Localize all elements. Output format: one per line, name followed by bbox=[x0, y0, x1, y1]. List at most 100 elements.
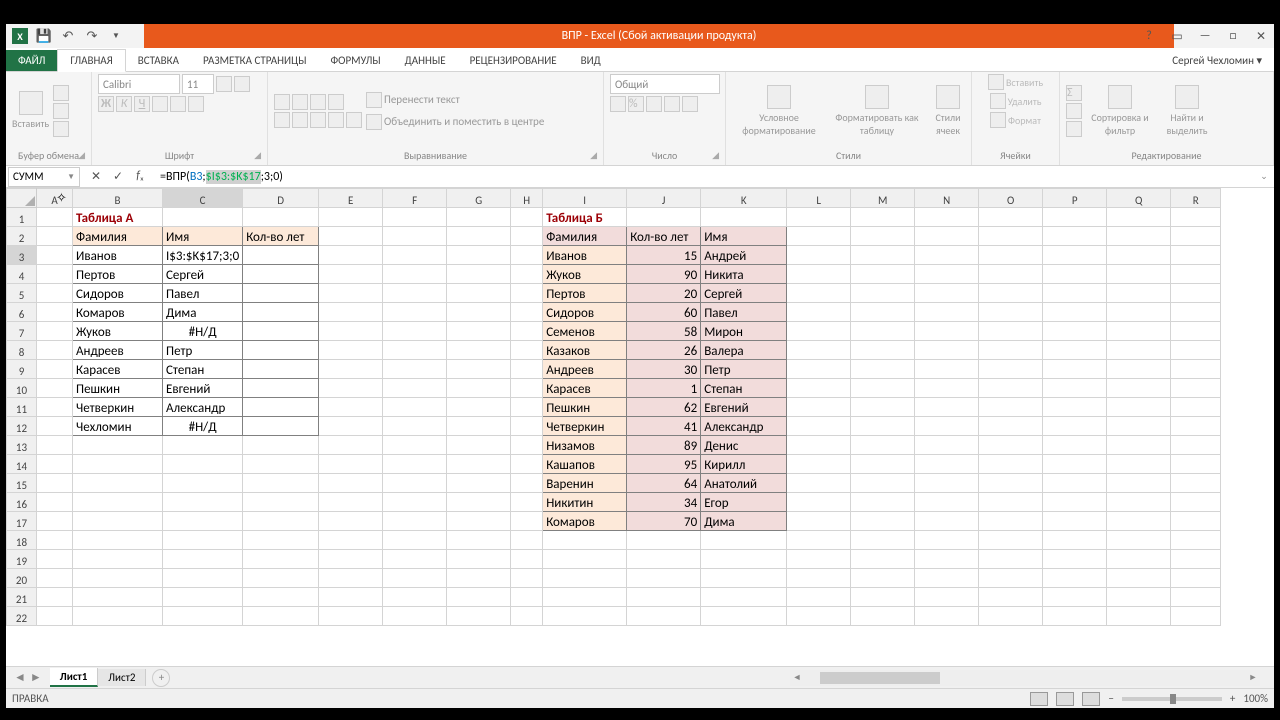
cell-F14[interactable] bbox=[383, 455, 447, 474]
cell-A5[interactable] bbox=[37, 284, 73, 303]
cell-C12[interactable]: #Н/Д bbox=[163, 417, 243, 436]
cell-D7[interactable] bbox=[243, 322, 319, 341]
cell-E6[interactable] bbox=[319, 303, 383, 322]
cell-K4[interactable]: Никита bbox=[701, 265, 787, 284]
cell-R1[interactable] bbox=[1171, 208, 1221, 227]
cell-Q5[interactable] bbox=[1107, 284, 1171, 303]
cut-icon[interactable] bbox=[53, 85, 69, 101]
cell-L10[interactable] bbox=[787, 379, 851, 398]
cell-F22[interactable] bbox=[383, 607, 447, 626]
cell-P22[interactable] bbox=[1043, 607, 1107, 626]
cell-E18[interactable] bbox=[319, 531, 383, 550]
cell-R17[interactable] bbox=[1171, 512, 1221, 531]
cell-F4[interactable] bbox=[383, 265, 447, 284]
cell-N20[interactable] bbox=[915, 569, 979, 588]
cell-N2[interactable] bbox=[915, 227, 979, 246]
cell-L6[interactable] bbox=[787, 303, 851, 322]
cell-K20[interactable] bbox=[701, 569, 787, 588]
cell-N1[interactable] bbox=[915, 208, 979, 227]
tab-file[interactable]: ФАЙЛ bbox=[6, 50, 57, 71]
wrap-text-button[interactable]: Перенести текст bbox=[366, 92, 544, 108]
user-name[interactable]: Сергей Чехломин ▾ bbox=[1168, 50, 1266, 71]
cell-B12[interactable]: Чехломин bbox=[73, 417, 163, 436]
row-header-4[interactable]: 4 bbox=[7, 265, 37, 284]
number-format-combo[interactable]: Общий bbox=[610, 74, 720, 94]
cell-A1[interactable] bbox=[37, 208, 73, 227]
cell-C13[interactable] bbox=[163, 436, 243, 455]
cell-I1[interactable]: Таблица Б bbox=[543, 208, 627, 227]
col-header-P[interactable]: P bbox=[1043, 189, 1107, 208]
cell-R6[interactable] bbox=[1171, 303, 1221, 322]
cell-G3[interactable] bbox=[447, 246, 511, 265]
clear-icon[interactable] bbox=[1066, 121, 1082, 137]
cell-F5[interactable] bbox=[383, 284, 447, 303]
cell-G21[interactable] bbox=[447, 588, 511, 607]
cell-B19[interactable] bbox=[73, 550, 163, 569]
cell-O10[interactable] bbox=[979, 379, 1043, 398]
worksheet-grid[interactable]: ABCDEFGHIJKLMNOPQR1Таблица АТаблица Б2Фа… bbox=[6, 188, 1274, 666]
cell-J22[interactable] bbox=[627, 607, 701, 626]
cell-F18[interactable] bbox=[383, 531, 447, 550]
fill-color-icon[interactable] bbox=[170, 96, 186, 112]
cell-I11[interactable]: Пешкин bbox=[543, 398, 627, 417]
cell-C5[interactable]: Павел bbox=[163, 284, 243, 303]
col-header-J[interactable]: J bbox=[627, 189, 701, 208]
cell-M7[interactable] bbox=[851, 322, 915, 341]
cell-Q2[interactable] bbox=[1107, 227, 1171, 246]
cell-O15[interactable] bbox=[979, 474, 1043, 493]
cell-G14[interactable] bbox=[447, 455, 511, 474]
cell-C18[interactable] bbox=[163, 531, 243, 550]
cell-B11[interactable]: Четверкин bbox=[73, 398, 163, 417]
cell-L9[interactable] bbox=[787, 360, 851, 379]
zoom-slider[interactable] bbox=[1122, 697, 1222, 701]
cell-A7[interactable] bbox=[37, 322, 73, 341]
cell-R13[interactable] bbox=[1171, 436, 1221, 455]
cell-K18[interactable] bbox=[701, 531, 787, 550]
cell-A14[interactable] bbox=[37, 455, 73, 474]
row-header-5[interactable]: 5 bbox=[7, 284, 37, 303]
cell-K16[interactable]: Егор bbox=[701, 493, 787, 512]
cell-D22[interactable] bbox=[243, 607, 319, 626]
cell-J7[interactable]: 58 bbox=[627, 322, 701, 341]
cell-K1[interactable] bbox=[701, 208, 787, 227]
align-middle-icon[interactable] bbox=[292, 94, 308, 110]
italic-icon[interactable]: К bbox=[116, 96, 132, 112]
sheet-tab-2[interactable]: Лист2 bbox=[98, 669, 146, 686]
cell-M1[interactable] bbox=[851, 208, 915, 227]
row-header-16[interactable]: 16 bbox=[7, 493, 37, 512]
cell-I7[interactable]: Семенов bbox=[543, 322, 627, 341]
sheet-nav-prev-icon[interactable]: ◄ bbox=[14, 670, 26, 685]
dialog-launcher-icon[interactable]: ◢ bbox=[78, 150, 85, 161]
cell-R14[interactable] bbox=[1171, 455, 1221, 474]
cell-L21[interactable] bbox=[787, 588, 851, 607]
cell-O1[interactable] bbox=[979, 208, 1043, 227]
cell-K7[interactable]: Мирон bbox=[701, 322, 787, 341]
cell-N11[interactable] bbox=[915, 398, 979, 417]
cell-C10[interactable]: Евгений bbox=[163, 379, 243, 398]
cell-B6[interactable]: Комаров bbox=[73, 303, 163, 322]
formula-input[interactable]: =ВПР(B3;$I$3:$K$17;3;0) bbox=[156, 170, 1254, 184]
cell-F17[interactable] bbox=[383, 512, 447, 531]
cell-H18[interactable] bbox=[511, 531, 543, 550]
cell-G16[interactable] bbox=[447, 493, 511, 512]
cell-R19[interactable] bbox=[1171, 550, 1221, 569]
cell-D14[interactable] bbox=[243, 455, 319, 474]
cell-G2[interactable] bbox=[447, 227, 511, 246]
cell-C1[interactable] bbox=[163, 208, 243, 227]
cell-F20[interactable] bbox=[383, 569, 447, 588]
cell-M22[interactable] bbox=[851, 607, 915, 626]
cell-R20[interactable] bbox=[1171, 569, 1221, 588]
cell-G7[interactable] bbox=[447, 322, 511, 341]
cell-K13[interactable]: Денис bbox=[701, 436, 787, 455]
cell-A9[interactable] bbox=[37, 360, 73, 379]
cell-J14[interactable]: 95 bbox=[627, 455, 701, 474]
cell-K2[interactable]: Имя bbox=[701, 227, 787, 246]
save-icon[interactable]: 💾 bbox=[36, 28, 52, 44]
cell-G9[interactable] bbox=[447, 360, 511, 379]
col-header-L[interactable]: L bbox=[787, 189, 851, 208]
cell-M9[interactable] bbox=[851, 360, 915, 379]
cell-B14[interactable] bbox=[73, 455, 163, 474]
cell-J9[interactable]: 30 bbox=[627, 360, 701, 379]
cell-C3[interactable]: I$3:$K$17;3;0 bbox=[163, 246, 243, 265]
cell-L5[interactable] bbox=[787, 284, 851, 303]
